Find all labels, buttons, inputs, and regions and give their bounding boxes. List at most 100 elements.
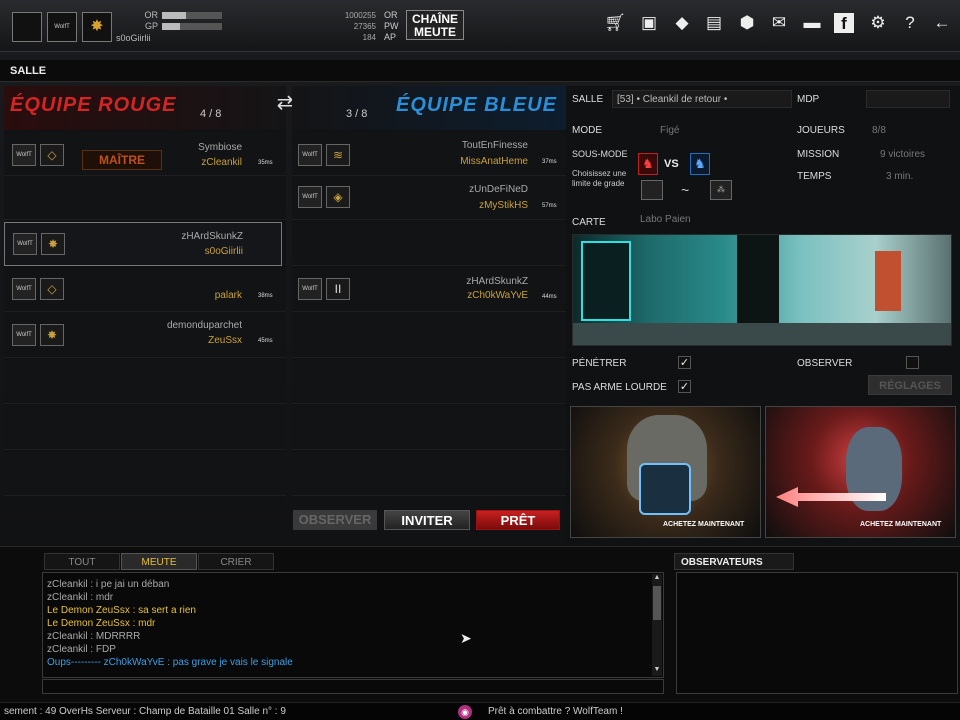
player-clan: MissAnatHeme bbox=[460, 156, 528, 167]
red-team-header: ÉQUIPE ROUGE 4 / 8 bbox=[4, 86, 286, 130]
empty-slot[interactable] bbox=[4, 360, 286, 404]
temps-label: TEMPS bbox=[797, 171, 832, 182]
pw-value: 27365 bbox=[353, 22, 376, 31]
mouse-cursor-icon: ➤ bbox=[460, 630, 472, 646]
help-icon[interactable]: ? bbox=[898, 11, 922, 35]
player-slot[interactable]: WolfT ◇ palark 38ms bbox=[4, 268, 286, 312]
chat-messages: zCleankil : i pe jai un déban zCleankil … bbox=[47, 578, 293, 669]
status-message: Prêt à combattre ? WolfTeam ! bbox=[488, 706, 623, 717]
shop-ad-banner[interactable]: ACHETEZ MAINTENANT bbox=[570, 406, 761, 538]
grade-limit-text: Choisissez une limite de grade bbox=[572, 169, 627, 188]
chat-input[interactable] bbox=[42, 679, 664, 694]
chat-log[interactable]: zCleankil : i pe jai un déban zCleankil … bbox=[42, 572, 664, 678]
rank-icon: WolfT bbox=[298, 278, 322, 300]
section-header: SALLE bbox=[0, 60, 960, 82]
player-slot[interactable]: WolfT ◈ zUnDeFiNeD zMyStikHS 57ms bbox=[292, 176, 566, 220]
room-name-field[interactable]: [53] • Cleankil de retour • bbox=[612, 90, 792, 108]
back-arrow-icon[interactable]: ← bbox=[930, 11, 954, 35]
empty-slot[interactable] bbox=[292, 360, 566, 404]
player-name: zHArdSkunkZ bbox=[466, 276, 528, 287]
password-field[interactable] bbox=[866, 90, 950, 108]
carte-label: CARTE bbox=[572, 217, 606, 228]
top-bar: WolfT ✸ OR GP s0oGiirlii 1000255 OR 2736… bbox=[0, 0, 960, 52]
chat-tab-crier[interactable]: CRIER bbox=[198, 553, 274, 570]
badge-icon: ✸ bbox=[41, 233, 65, 255]
map-preview[interactable] bbox=[572, 234, 952, 346]
empty-slot[interactable] bbox=[4, 176, 286, 220]
chat-scrollbar[interactable]: ▲ ▼ bbox=[652, 574, 662, 676]
player-clan: palark bbox=[214, 290, 242, 301]
empty-slot[interactable] bbox=[292, 452, 566, 496]
max-grade-selector[interactable]: ⁂ bbox=[710, 180, 732, 200]
empty-slot[interactable] bbox=[4, 452, 286, 496]
blue-team-mode-icon[interactable]: ♞ bbox=[690, 153, 710, 175]
player-name: zUnDeFiNeD bbox=[469, 184, 528, 195]
blue-team-title: ÉQUIPE BLEUE bbox=[396, 94, 557, 116]
stat-label: GP bbox=[144, 21, 158, 31]
player-slot[interactable]: WolfT ✸ demonduparchet ZeuSsx 45ms bbox=[4, 314, 286, 358]
empty-slot[interactable] bbox=[4, 406, 286, 450]
red-team-count: 4 / 8 bbox=[200, 108, 222, 120]
empty-slot[interactable] bbox=[292, 222, 566, 266]
blue-team-header: 3 / 8 ÉQUIPE BLEUE bbox=[292, 86, 566, 130]
game-lobby: WolfT ✸ OR GP s0oGiirlii 1000255 OR 2736… bbox=[0, 0, 960, 720]
scroll-down-icon[interactable]: ▼ bbox=[652, 666, 662, 676]
observe-button[interactable]: OBSERVER bbox=[293, 510, 377, 530]
meute-label: MEUTE bbox=[414, 25, 456, 39]
player-name: Symbiose bbox=[198, 142, 242, 153]
observer-option-label: OBSERVER bbox=[797, 358, 853, 369]
scroll-up-icon[interactable]: ▲ bbox=[652, 574, 662, 584]
sous-mode-label: SOUS-MODE bbox=[572, 149, 628, 159]
ready-button[interactable]: PRÊT bbox=[476, 510, 560, 530]
badge-icon: II bbox=[326, 278, 350, 300]
temps-value: 3 min. bbox=[886, 171, 914, 182]
room-info-panel: SALLE [53] • Cleankil de retour • MDP MO… bbox=[566, 86, 960, 546]
settings-button[interactable]: RÉGLAGES bbox=[868, 375, 952, 395]
rank-icon: WolfT bbox=[13, 233, 37, 255]
player-slot[interactable]: WolfT II zHArdSkunkZ zCh0kWaYvE 44ms bbox=[292, 268, 566, 312]
scroll-thumb[interactable] bbox=[653, 586, 661, 620]
player-slot[interactable]: WolfT ≋ ToutEnFinesse MissAnatHeme 37ms bbox=[292, 132, 566, 176]
chat-line: zCleankil : mdr bbox=[47, 592, 114, 603]
invite-button[interactable]: INVITER bbox=[384, 510, 470, 530]
status-icon: ◉ bbox=[458, 705, 472, 719]
salle-label: SALLE bbox=[572, 94, 604, 105]
pw-label: PW bbox=[384, 21, 399, 31]
mission-value: 9 victoires bbox=[880, 149, 926, 160]
or-bar bbox=[162, 12, 222, 19]
cart-icon[interactable]: 🛒︎ bbox=[603, 11, 627, 35]
min-grade-selector[interactable] bbox=[641, 180, 663, 200]
player-slot[interactable]: WolfT ◇ MAÎTRE Symbiose zCleankil 35ms bbox=[4, 132, 286, 176]
facebook-icon[interactable]: f bbox=[834, 13, 854, 33]
pas-arme-lourde-checkbox[interactable]: ✓ bbox=[678, 380, 691, 393]
badge-icon: ◈ bbox=[326, 186, 350, 208]
penetrer-checkbox[interactable]: ✓ bbox=[678, 356, 691, 369]
chaine-meute-button[interactable]: CHAÎNE MEUTE bbox=[406, 10, 464, 40]
book-icon[interactable]: ▤ bbox=[702, 11, 726, 35]
player-ping: 45ms bbox=[258, 338, 273, 344]
rank-icon: WolfT bbox=[12, 324, 36, 346]
empty-slot[interactable] bbox=[292, 406, 566, 450]
cube-icon[interactable]: ⬢ bbox=[735, 11, 759, 35]
joueurs-value: 8/8 bbox=[872, 125, 886, 136]
player-ping: 57ms bbox=[542, 203, 557, 209]
or-value: 1000255 bbox=[344, 11, 376, 20]
shop-ad-banner[interactable]: ACHETEZ MAINTENANT bbox=[765, 406, 956, 538]
bag-icon[interactable]: ▣ bbox=[637, 11, 661, 35]
player-slot-selected[interactable]: WolfT ✸ zHArdSkunkZ s0oGiirlii bbox=[4, 222, 282, 266]
observer-checkbox[interactable] bbox=[906, 356, 919, 369]
joueurs-label: JOUEURS bbox=[797, 125, 845, 136]
player-clan: zCleankil bbox=[201, 157, 242, 168]
wolf-icon[interactable]: ◆ bbox=[670, 11, 694, 35]
folder-icon[interactable]: ▬ bbox=[800, 11, 824, 35]
server-info: sement : 49 OverHs Serveur : Champ de Ba… bbox=[4, 706, 286, 717]
avatar-slot[interactable] bbox=[12, 12, 42, 42]
mail-icon[interactable]: ✉ bbox=[767, 11, 791, 35]
player-name: s0oGiirlii bbox=[116, 33, 151, 43]
player-clan: zCh0kWaYvE bbox=[467, 290, 528, 301]
chat-tab-tout[interactable]: TOUT bbox=[44, 553, 120, 570]
gear-icon[interactable]: ⚙ bbox=[866, 11, 890, 35]
observers-list[interactable] bbox=[676, 572, 958, 694]
empty-slot[interactable] bbox=[292, 314, 566, 358]
chat-tab-meute[interactable]: MEUTE bbox=[121, 553, 197, 570]
